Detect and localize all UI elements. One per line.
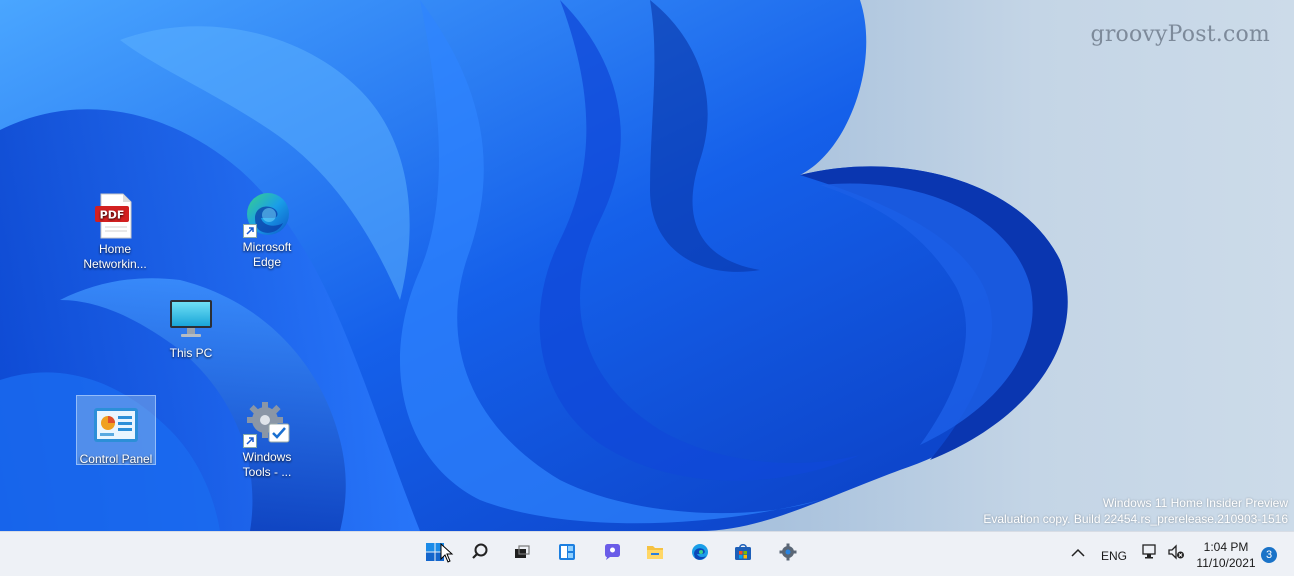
taskbar: ENG 1:04 PM 11/10/2021 3	[0, 531, 1294, 576]
edge-icon	[691, 543, 709, 566]
edge-icon	[243, 190, 291, 238]
gear-icon	[243, 400, 291, 448]
file-explorer-button[interactable]	[638, 538, 672, 570]
desktop-icon-label: Tools - ...	[242, 465, 292, 479]
watermark: groovyPost.com	[1090, 22, 1270, 47]
shortcut-arrow-icon	[243, 434, 257, 448]
search-icon	[471, 543, 489, 566]
bloom-wallpaper	[0, 0, 1068, 531]
desktop-icon-label: Home	[98, 242, 131, 256]
evaluation-notice: Windows 11 Home Insider Preview Evaluati…	[983, 495, 1288, 527]
desktop-icon-this-pc[interactable]: This PC	[152, 296, 230, 361]
chevron-up-icon	[1071, 545, 1085, 563]
search-button[interactable]	[463, 538, 497, 570]
file-explorer-icon	[646, 543, 664, 566]
chat-button[interactable]	[595, 538, 629, 570]
language-indicator[interactable]: ENG	[1101, 549, 1127, 563]
clock[interactable]: 1:04 PM 11/10/2021	[1196, 539, 1256, 571]
notification-badge[interactable]: 3	[1261, 547, 1277, 563]
task-view-button[interactable]	[505, 538, 539, 570]
chat-icon	[603, 543, 621, 566]
network-icon	[1141, 543, 1159, 565]
evaluation-notice-line2: Evaluation copy. Build 22454.rs_prerelea…	[983, 512, 1288, 526]
network-button[interactable]	[1136, 538, 1164, 570]
desktop-icon-label: Edge	[252, 255, 282, 269]
edge-taskbar-button[interactable]	[683, 538, 717, 570]
pdf-file-icon: PDF	[91, 192, 139, 240]
speaker-muted-icon	[1167, 543, 1185, 565]
desktop-icon-microsoft-edge[interactable]: Microsoft Edge	[228, 190, 306, 270]
mouse-cursor-icon	[440, 543, 454, 563]
desktop-icon-label: Microsoft	[242, 240, 292, 254]
settings-button[interactable]	[771, 538, 805, 570]
notification-count: 3	[1265, 549, 1273, 561]
show-hidden-icons-button[interactable]	[1063, 538, 1093, 570]
desktop[interactable]: groovyPost.com PDF Home Networkin... Mic…	[0, 0, 1294, 531]
store-icon	[734, 543, 752, 566]
desktop-icon-label: This PC	[169, 346, 213, 360]
volume-button[interactable]	[1162, 538, 1190, 570]
monitor-icon	[167, 296, 215, 344]
desktop-icon-windows-tools[interactable]: Windows Tools - ...	[228, 400, 306, 480]
desktop-icon-label: Control Panel	[79, 452, 153, 466]
widgets-button[interactable]	[550, 538, 584, 570]
desktop-icon-home-networking-pdf[interactable]: PDF Home Networkin...	[76, 192, 154, 272]
settings-icon	[779, 543, 797, 566]
shortcut-arrow-icon	[243, 224, 257, 238]
widgets-icon	[558, 543, 576, 566]
clock-date: 11/10/2021	[1196, 556, 1256, 570]
evaluation-notice-line1: Windows 11 Home Insider Preview	[1102, 496, 1288, 510]
control-panel-icon	[92, 402, 140, 450]
svg-text:PDF: PDF	[100, 209, 125, 222]
desktop-icon-control-panel[interactable]: Control Panel	[76, 395, 156, 466]
store-button[interactable]	[726, 538, 760, 570]
clock-time: 1:04 PM	[1203, 540, 1249, 554]
desktop-icon-label: Networkin...	[83, 257, 147, 271]
desktop-icon-label: Windows	[242, 450, 292, 464]
task-view-icon	[513, 543, 531, 566]
